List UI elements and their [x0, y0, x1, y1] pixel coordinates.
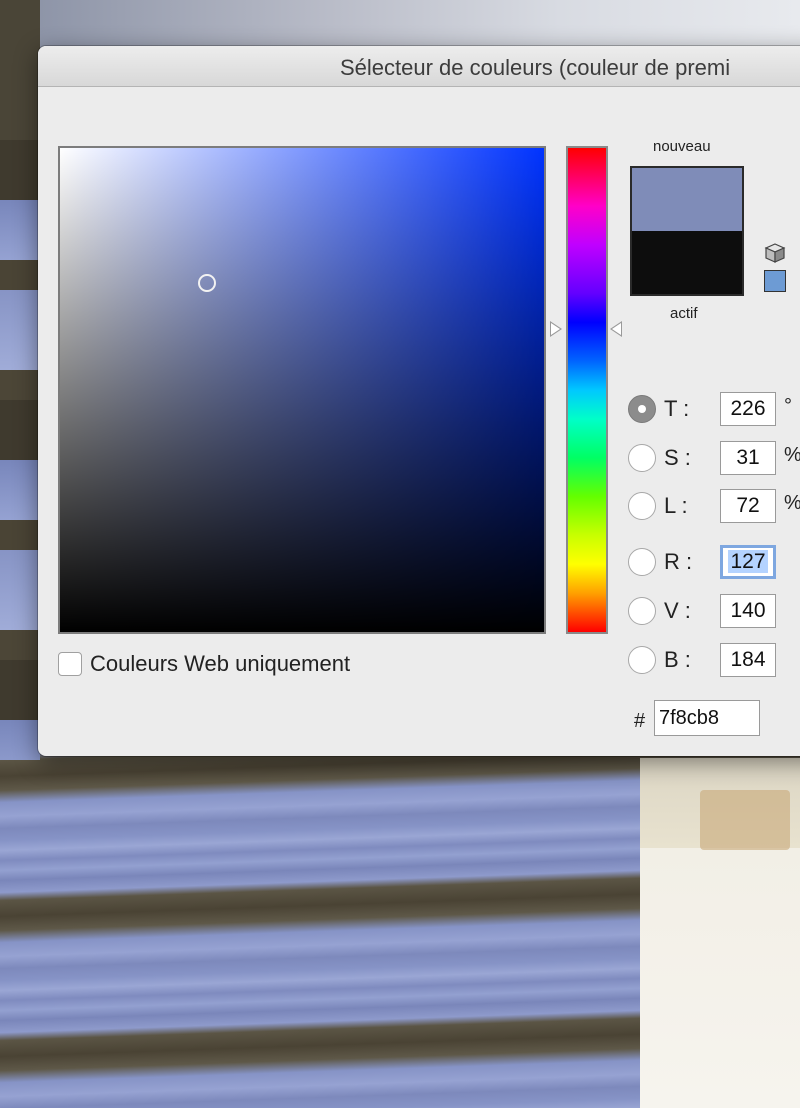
web-colors-only-label: Couleurs Web uniquement [90, 651, 351, 676]
green-input[interactable]: 140 [720, 594, 776, 628]
hue-slider-left-marker[interactable] [550, 321, 562, 337]
red-label: R : [664, 549, 693, 574]
web-color-swatch-icon[interactable] [764, 270, 786, 292]
background-photo-wall-item [700, 790, 790, 850]
lightness-unit: % [784, 492, 800, 515]
saturation-unit: % [784, 444, 800, 467]
color-swatch [630, 166, 744, 296]
lightness-input[interactable]: 72 [720, 489, 776, 523]
green-label: V : [664, 598, 691, 623]
hex-input[interactable]: 7f8cb8 [654, 700, 760, 736]
lightness-label: L : [664, 493, 688, 518]
green-value: 140 [730, 599, 766, 622]
red-input[interactable]: 127 [720, 545, 776, 579]
hue-unit: ° [784, 395, 792, 417]
cube-icon[interactable] [764, 242, 786, 264]
saturation-label: S : [664, 445, 691, 470]
blue-value: 184 [730, 648, 766, 671]
red-radio[interactable] [628, 548, 656, 576]
hex-prefix-label: # [634, 710, 646, 732]
window-title: Sélecteur de couleurs (couleur de premi [340, 55, 731, 80]
lightness-value: 72 [736, 494, 760, 517]
background-photo-left-edge [0, 140, 40, 760]
green-radio[interactable] [628, 597, 656, 625]
hue-input[interactable]: 226 [720, 392, 776, 426]
new-color-label: nouveau [653, 138, 711, 155]
hue-slider-right-marker[interactable] [610, 321, 622, 337]
red-value: 127 [728, 550, 768, 573]
blue-input[interactable]: 184 [720, 643, 776, 677]
title-bar[interactable]: Sélecteur de couleurs (couleur de premi [38, 46, 800, 87]
saturation-value: 31 [736, 446, 760, 469]
saturation-input[interactable]: 31 [720, 441, 776, 475]
new-color-swatch [632, 168, 742, 231]
current-color-swatch[interactable] [632, 231, 742, 294]
saturation-lightness-field[interactable] [58, 146, 546, 634]
color-field-cursor[interactable] [198, 274, 216, 292]
hue-value: 226 [730, 397, 766, 420]
saturation-radio[interactable] [628, 444, 656, 472]
hue-label: T : [664, 396, 690, 421]
hue-radio[interactable] [628, 395, 656, 423]
hue-slider[interactable] [566, 146, 608, 634]
web-colors-only-checkbox[interactable] [58, 652, 82, 676]
current-color-label: actif [670, 305, 698, 322]
blue-label: B : [664, 647, 691, 672]
color-picker-window: Sélecteur de couleurs (couleur de premi … [38, 46, 800, 756]
blue-radio[interactable] [628, 646, 656, 674]
lightness-radio[interactable] [628, 492, 656, 520]
